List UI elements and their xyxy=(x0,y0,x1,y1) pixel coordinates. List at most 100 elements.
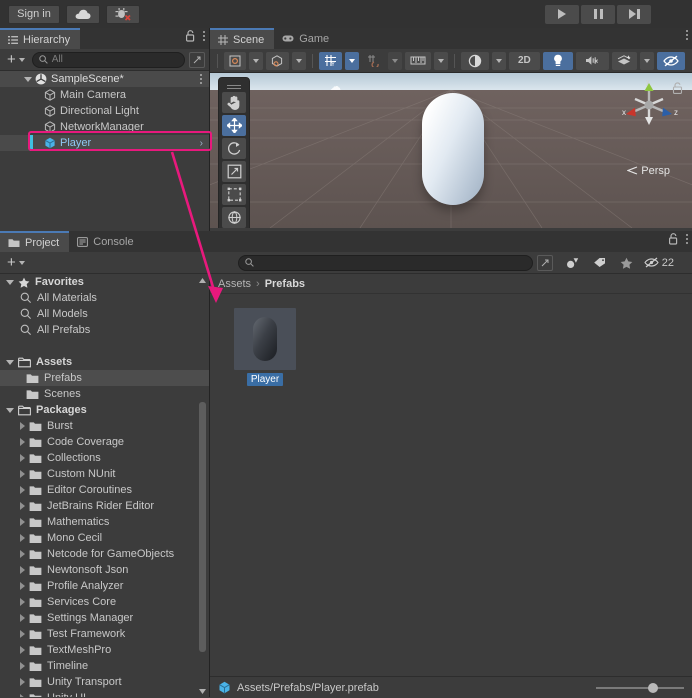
label-filter-icon[interactable] xyxy=(586,254,613,272)
visibility-toggle-icon[interactable] xyxy=(657,52,685,70)
tree-item-package[interactable]: TextMeshPro xyxy=(0,642,209,658)
pivot-mode-dropdown[interactable] xyxy=(292,52,306,70)
tree-item-package[interactable]: Burst xyxy=(0,418,209,434)
tab-console[interactable]: Console xyxy=(69,231,143,252)
chevron-right-icon[interactable] xyxy=(20,614,25,622)
hierarchy-scene-row[interactable]: SampleScene* xyxy=(0,71,209,87)
tree-item-package[interactable]: Timeline xyxy=(0,658,209,674)
chevron-right-icon[interactable] xyxy=(20,486,25,494)
grid-snap-dropdown[interactable] xyxy=(345,52,359,70)
lighting-toggle-icon[interactable] xyxy=(543,52,573,70)
tree-group-packages[interactable]: Packages xyxy=(0,402,209,418)
chevron-right-icon[interactable] xyxy=(20,454,25,462)
audio-mute-icon[interactable] xyxy=(576,52,609,70)
tab-game[interactable]: Game xyxy=(274,28,339,49)
create-object-button[interactable]: + xyxy=(4,53,28,67)
rotate-tool-button[interactable] xyxy=(222,138,246,159)
chevron-down-icon[interactable] xyxy=(24,77,32,82)
project-search-input[interactable] xyxy=(238,255,533,271)
tree-item-package[interactable]: Netcode for GameObjects xyxy=(0,546,209,562)
select-tool-dropdown[interactable] xyxy=(249,52,263,70)
chevron-right-icon[interactable] xyxy=(20,550,25,558)
play-button[interactable] xyxy=(545,5,579,24)
hierarchy-menu-icon[interactable] xyxy=(203,31,205,41)
gizmo-lock-icon[interactable] xyxy=(672,81,684,95)
tab-hierarchy[interactable]: Hierarchy xyxy=(0,28,80,49)
tree-item-package[interactable]: Settings Manager xyxy=(0,610,209,626)
slider-knob[interactable] xyxy=(648,683,658,693)
shading-mode-icon[interactable] xyxy=(461,52,489,70)
chevron-down-icon[interactable] xyxy=(6,408,14,413)
chevron-down-icon[interactable] xyxy=(6,280,14,285)
tree-item-package[interactable]: Test Framework xyxy=(0,626,209,642)
asset-item-player[interactable]: Player xyxy=(234,308,296,386)
effects-toggle-icon[interactable] xyxy=(612,52,637,70)
tree-item-prefabs[interactable]: Prefabs xyxy=(0,370,209,386)
tree-item-package[interactable]: Unity Transport xyxy=(0,674,209,690)
tree-item-all-prefabs[interactable]: All Prefabs xyxy=(0,322,209,338)
ruler-dropdown[interactable] xyxy=(434,52,448,70)
grid-snap-icon[interactable]: Y xyxy=(319,52,342,70)
star-icon[interactable] xyxy=(613,254,640,272)
perspective-label[interactable]: Persp xyxy=(627,165,670,177)
chevron-right-icon[interactable] xyxy=(20,566,25,574)
chevron-down-icon[interactable] xyxy=(6,360,14,365)
snap-increment-icon[interactable] xyxy=(362,52,385,70)
tree-item-package[interactable]: Services Core xyxy=(0,594,209,610)
prefab-open-chevron-icon[interactable]: › xyxy=(200,138,203,149)
tree-group-favorites[interactable]: Favorites xyxy=(0,274,209,290)
chevron-right-icon[interactable] xyxy=(20,630,25,638)
breadcrumb-root[interactable]: Assets xyxy=(218,278,251,290)
chevron-right-icon[interactable] xyxy=(20,502,25,510)
chevron-right-icon[interactable] xyxy=(20,662,25,670)
type-filter-icon[interactable] xyxy=(559,254,586,272)
step-button[interactable] xyxy=(617,5,651,24)
create-asset-button[interactable]: + xyxy=(4,256,28,270)
move-tool-button[interactable] xyxy=(222,115,246,136)
scroll-down-arrow[interactable] xyxy=(199,687,206,695)
chevron-right-icon[interactable] xyxy=(20,422,25,430)
chevron-right-icon[interactable] xyxy=(20,694,25,697)
scale-tool-button[interactable] xyxy=(222,161,246,182)
tree-item-package[interactable]: Newtonsoft Json xyxy=(0,562,209,578)
tree-item-package[interactable]: Collections xyxy=(0,450,209,466)
tree-item-package[interactable]: Mono Cecil xyxy=(0,530,209,546)
snap-increment-dropdown[interactable] xyxy=(388,52,402,70)
tree-item-scenes[interactable]: Scenes xyxy=(0,386,209,402)
chevron-right-icon[interactable] xyxy=(20,534,25,542)
chevron-right-icon[interactable] xyxy=(20,678,25,686)
breadcrumb-current[interactable]: Prefabs xyxy=(265,278,305,290)
transform-tool-button[interactable] xyxy=(222,207,246,228)
chevron-right-icon[interactable] xyxy=(20,438,25,446)
hand-tool-button[interactable] xyxy=(222,92,246,113)
sign-in-button[interactable]: Sign in xyxy=(8,5,60,24)
hidden-assets-toggle[interactable]: 22 xyxy=(640,254,678,272)
shading-mode-dropdown[interactable] xyxy=(492,52,506,70)
tree-group-assets[interactable]: Assets xyxy=(0,354,209,370)
thumbnail-size-slider[interactable] xyxy=(596,682,684,694)
pause-button[interactable] xyxy=(581,5,615,24)
ruler-icon[interactable] xyxy=(405,52,431,70)
hierarchy-item-networkmanager[interactable]: NetworkManager xyxy=(0,119,209,135)
scrollbar-thumb[interactable] xyxy=(199,402,206,652)
unlocked-padlock-icon[interactable] xyxy=(186,30,196,42)
tree-item-package[interactable]: Unity UI xyxy=(0,690,209,697)
tree-item-all-models[interactable]: All Models xyxy=(0,306,209,322)
chevron-right-icon[interactable] xyxy=(20,598,25,606)
tree-item-all-materials[interactable]: All Materials xyxy=(0,290,209,306)
tab-project[interactable]: Project xyxy=(0,231,69,252)
2d-toggle-button[interactable]: 2D xyxy=(509,52,540,70)
unlocked-padlock-icon[interactable] xyxy=(669,233,679,245)
bug-error-icon[interactable] xyxy=(106,5,140,24)
scene-row-menu-icon[interactable] xyxy=(200,74,202,84)
tree-item-package[interactable]: Editor Coroutines xyxy=(0,482,209,498)
tab-scene[interactable]: Scene xyxy=(210,28,274,49)
hierarchy-item-main-camera[interactable]: Main Camera xyxy=(0,87,209,103)
chevron-right-icon[interactable] xyxy=(20,582,25,590)
effects-dropdown[interactable] xyxy=(640,52,654,70)
tree-item-package[interactable]: Custom NUnit xyxy=(0,466,209,482)
chevron-right-icon[interactable] xyxy=(20,646,25,654)
pivot-mode-icon[interactable] xyxy=(266,52,289,70)
hierarchy-item-directional-light[interactable]: Directional Light xyxy=(0,103,209,119)
scene-viewport[interactable]: ☁ xyxy=(210,73,692,228)
